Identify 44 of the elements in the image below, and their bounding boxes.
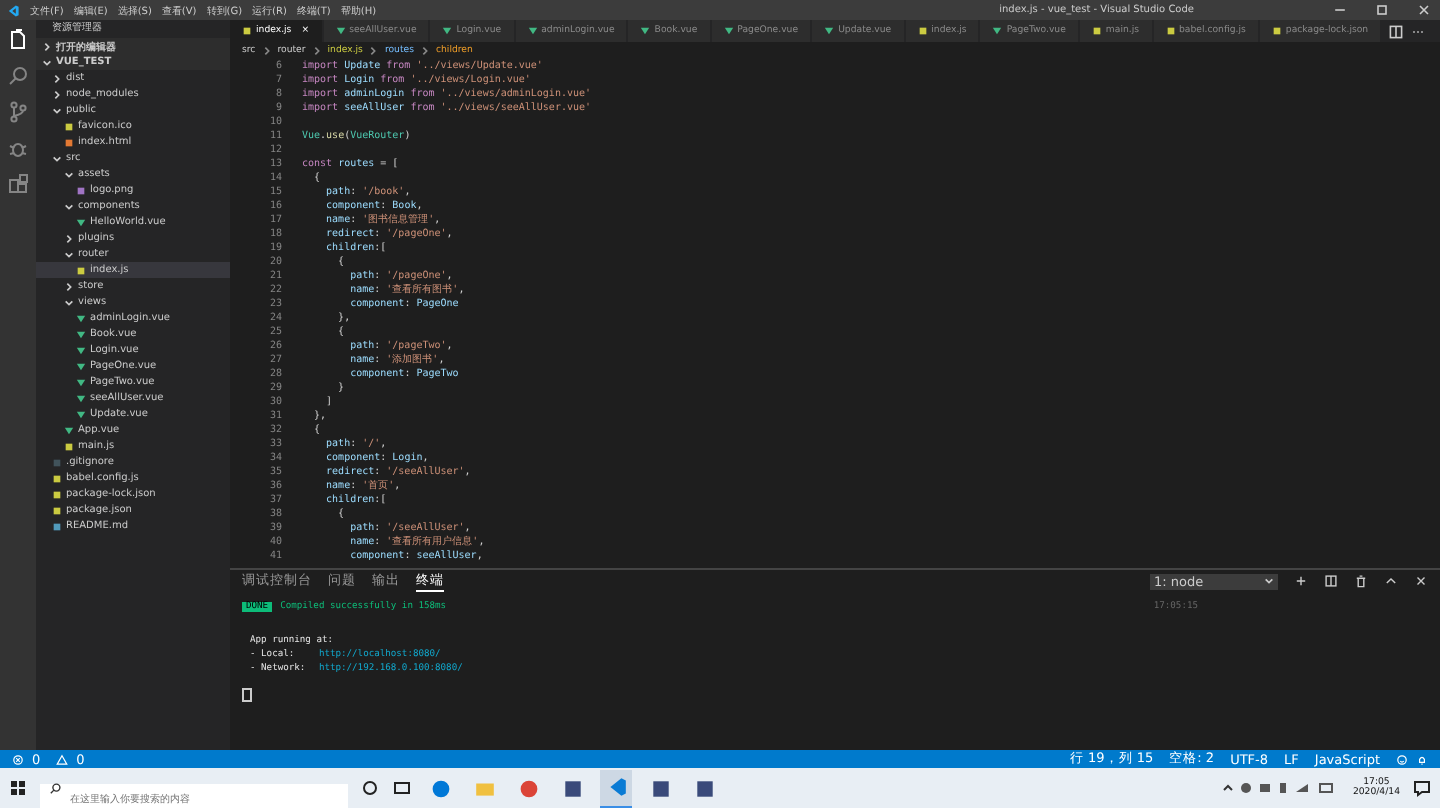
chevron-icon: [64, 201, 74, 211]
chevron-icon: [1264, 576, 1274, 586]
smiley-icon[interactable]: [1396, 753, 1408, 765]
branch-icon[interactable]: [6, 100, 30, 124]
close-icon[interactable]: [1416, 2, 1432, 18]
file-icon: [335, 26, 346, 36]
file-icon: [1091, 26, 1102, 36]
error-icon[interactable]: [12, 753, 24, 765]
file-icon: [640, 26, 651, 36]
terminal-cursor: [242, 688, 252, 702]
chevron-icon: [368, 45, 379, 55]
file-icon: [76, 217, 86, 227]
file-icon: [242, 26, 252, 36]
plus-icon[interactable]: [1294, 574, 1308, 588]
app-icon[interactable]: [600, 769, 632, 807]
maximize-icon[interactable]: [1374, 2, 1390, 18]
chevron-icon: [419, 45, 430, 55]
chevron-up-icon[interactable]: [1384, 574, 1398, 588]
file-icon: [76, 265, 86, 275]
chevron-icon: [261, 45, 272, 55]
cortana-icon[interactable]: [360, 778, 380, 798]
warning-icon[interactable]: [56, 753, 69, 765]
file-icon: [723, 26, 734, 36]
task-view-icon[interactable]: [392, 778, 412, 798]
files-icon[interactable]: [6, 28, 30, 52]
split-terminal-icon[interactable]: [1324, 574, 1338, 588]
file-icon: [824, 26, 835, 36]
file-icon: [1165, 26, 1176, 36]
search-icon[interactable]: [6, 64, 30, 88]
chevron-icon: [311, 45, 322, 55]
file-icon: [1271, 26, 1282, 36]
file-icon: [442, 26, 453, 36]
file-icon: [76, 185, 86, 195]
vscode-logo-icon: [6, 3, 20, 17]
file-icon: [917, 26, 928, 36]
windows-logo-icon[interactable]: [8, 778, 28, 798]
file-icon: [992, 26, 1003, 36]
extensions-icon[interactable]: [6, 172, 30, 196]
trash-icon[interactable]: [1354, 574, 1368, 588]
bell-icon[interactable]: [1416, 753, 1428, 765]
split-editor-icon[interactable]: [1388, 23, 1405, 39]
notification-icon[interactable]: [1412, 778, 1432, 798]
file-icon: [527, 26, 538, 36]
close-icon[interactable]: [1414, 574, 1428, 588]
